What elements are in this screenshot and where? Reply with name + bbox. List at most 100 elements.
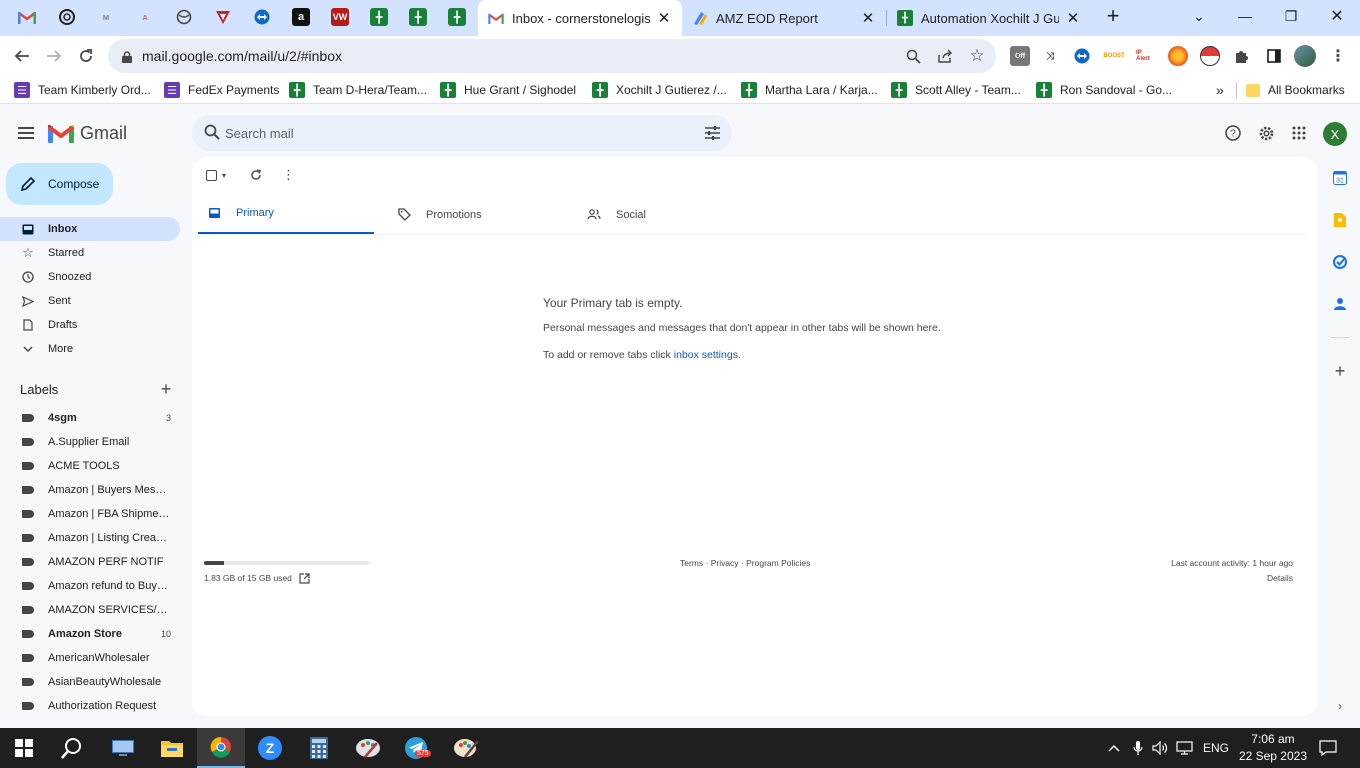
tab-gmail-inbox[interactable]: Inbox - cornerstonelogistic ✕	[478, 0, 682, 36]
pinned-tab-vpn[interactable]	[211, 6, 235, 28]
open-external-icon[interactable]	[299, 571, 311, 584]
tab-amz-eod-report[interactable]: AMZ EOD Report ✕	[682, 0, 886, 36]
extensions-puzzle-icon[interactable]	[1232, 46, 1252, 66]
footer-links[interactable]: Terms · Privacy · Program Policies	[680, 558, 810, 568]
search-icon[interactable]	[204, 124, 222, 142]
show-side-panel-chevron-icon[interactable]: ›	[1331, 697, 1349, 715]
language-indicator[interactable]: ENG	[1202, 738, 1230, 758]
bookmark-item[interactable]: ╋ Team D-Hera/Team...	[289, 80, 427, 100]
more-bookmarks-button[interactable]: »	[1216, 80, 1224, 100]
share-icon[interactable]	[936, 47, 954, 65]
get-addons-plus-icon[interactable]: +	[1331, 361, 1349, 381]
select-all-checkbox[interactable]	[206, 167, 217, 183]
taskbar-app-telegram[interactable]: 575	[393, 728, 441, 768]
microphone-icon[interactable]	[1130, 738, 1146, 758]
search-input[interactable]	[224, 115, 684, 151]
pinned-tab-vw[interactable]: VW	[328, 6, 352, 28]
close-tab-icon[interactable]: ✕	[656, 9, 672, 27]
label-item[interactable]: A.Supplier Email	[0, 430, 180, 454]
volume-icon[interactable]	[1152, 738, 1170, 758]
search-options-icon[interactable]	[704, 125, 720, 141]
taskbar-app-desktop[interactable]	[99, 728, 147, 768]
label-item[interactable]: 4sgm 3	[0, 406, 180, 430]
zoom-icon[interactable]	[904, 47, 922, 65]
taskbar-app-calculator[interactable]	[295, 728, 343, 768]
label-item[interactable]: Amazon Store 10	[0, 622, 180, 646]
tab-search-icon[interactable]: ⌄	[1176, 0, 1222, 32]
nav-starred[interactable]: ☆ Starred	[0, 241, 180, 265]
close-tab-icon[interactable]: ✕	[1065, 9, 1081, 27]
bookmark-star-icon[interactable]: ☆	[968, 46, 986, 65]
label-item[interactable]: Amazon refund to Buyers	[0, 574, 180, 598]
label-item[interactable]: ACME TOOLS	[0, 454, 180, 478]
reload-button[interactable]	[72, 42, 100, 70]
profile-avatar[interactable]	[1294, 45, 1316, 67]
bookmark-item[interactable]: ☰ Team Kimberly Ord...	[14, 80, 151, 100]
extension-boost[interactable]: BOOST	[1103, 46, 1124, 66]
taskbar-app-zoom[interactable]: Z	[246, 728, 294, 768]
main-menu-button[interactable]	[14, 121, 38, 145]
more-actions-icon[interactable]: ⋮	[282, 167, 295, 183]
minimize-button[interactable]: —	[1222, 0, 1268, 32]
extension-teamviewer[interactable]	[1072, 46, 1092, 66]
system-clock[interactable]: 7:06 am 22 Sep 2023	[1239, 731, 1307, 765]
contacts-icon[interactable]	[1331, 295, 1349, 313]
inbox-settings-link[interactable]: inbox settings	[674, 349, 738, 361]
label-item[interactable]: Amazon | Buyers Messa...	[0, 478, 180, 502]
taskbar-app-paint[interactable]	[344, 728, 392, 768]
nav-snoozed[interactable]: Snoozed	[0, 265, 180, 289]
start-button[interactable]	[0, 728, 48, 768]
label-item[interactable]: AmericanWholesaler	[0, 646, 180, 670]
taskbar-app-chrome[interactable]	[197, 728, 245, 768]
pinned-tab-amazon[interactable]: a	[289, 6, 313, 28]
gmail-logo-icon[interactable]	[47, 123, 75, 143]
keep-icon[interactable]	[1331, 211, 1349, 229]
add-label-button[interactable]: +	[158, 379, 174, 399]
show-hidden-icons-chevron-icon[interactable]	[1106, 738, 1122, 758]
new-tab-button[interactable]: +	[1101, 3, 1125, 28]
pinned-tab-gmail[interactable]	[15, 6, 39, 28]
tab-social[interactable]: Social	[578, 194, 754, 235]
nav-more[interactable]: More	[0, 337, 180, 361]
label-item[interactable]: AsianBeautyWholesale	[0, 670, 180, 694]
extension-ip-alert[interactable]: IP Alert	[1136, 46, 1156, 66]
label-item[interactable]: Amazon | FBA Shipments	[0, 502, 180, 526]
restore-button[interactable]: ❐	[1268, 0, 1314, 32]
nav-drafts[interactable]: Drafts	[0, 313, 180, 337]
pinned-tab-sheets-3[interactable]: ╋	[445, 6, 469, 28]
taskbar-app-paint-3d[interactable]	[442, 728, 490, 768]
tab-primary[interactable]: Primary	[198, 194, 374, 235]
address-bar[interactable]: mail.google.com/mail/u/2/#inbox ☆	[108, 39, 996, 73]
refresh-icon[interactable]	[250, 167, 262, 183]
all-bookmarks-folder[interactable]: All Bookmarks	[1246, 80, 1345, 100]
bookmark-item[interactable]: ☰ FedEx Payments	[164, 80, 279, 100]
tasks-icon[interactable]	[1331, 253, 1349, 271]
calendar-icon[interactable]: 31	[1331, 169, 1349, 187]
search-taskbar-button[interactable]	[48, 728, 96, 768]
label-item[interactable]: AMAZON SERVICES/PAY...	[0, 598, 180, 622]
label-item[interactable]: AMAZON PERF NOTIF	[0, 550, 180, 574]
bookmark-item[interactable]: ╋ Xochilt J Gutierez /...	[592, 80, 727, 100]
pinned-tab-globe[interactable]	[172, 6, 196, 28]
taskbar-app-file-explorer[interactable]	[148, 728, 196, 768]
tab-automation-sheet[interactable]: ╋ Automation Xochilt J Gutie ✕	[887, 0, 1091, 36]
bookmark-item[interactable]: ╋ Ron Sandoval - Go...	[1036, 80, 1172, 100]
bookmark-item[interactable]: ╋ Martha Lara / Karja...	[741, 80, 878, 100]
nav-sent[interactable]: Sent	[0, 289, 180, 313]
pinned-tab-sheets-2[interactable]: ╋	[406, 6, 430, 28]
pinned-tab-sheets-1[interactable]: ╋	[367, 6, 391, 28]
extension-ll[interactable]: ⤨	[1040, 46, 1060, 66]
select-dropdown-icon[interactable]: ▾	[222, 167, 226, 183]
network-icon[interactable]	[1176, 738, 1194, 758]
settings-gear-icon[interactable]	[1256, 123, 1276, 143]
extension-pokeball[interactable]	[1200, 46, 1220, 66]
close-tab-icon[interactable]: ✕	[860, 9, 876, 27]
pinned-tab-generic-2[interactable]: ᴀ	[133, 6, 157, 28]
back-button[interactable]	[8, 42, 36, 70]
details-link[interactable]: Details	[1267, 573, 1293, 583]
google-apps-icon[interactable]	[1289, 123, 1309, 143]
label-item[interactable]: Authorization Request	[0, 694, 180, 718]
tab-promotions[interactable]: Promotions	[388, 194, 564, 235]
browser-menu-icon[interactable]: ⋮	[1328, 46, 1348, 66]
label-item[interactable]: Amazon | Listing Created	[0, 526, 180, 550]
